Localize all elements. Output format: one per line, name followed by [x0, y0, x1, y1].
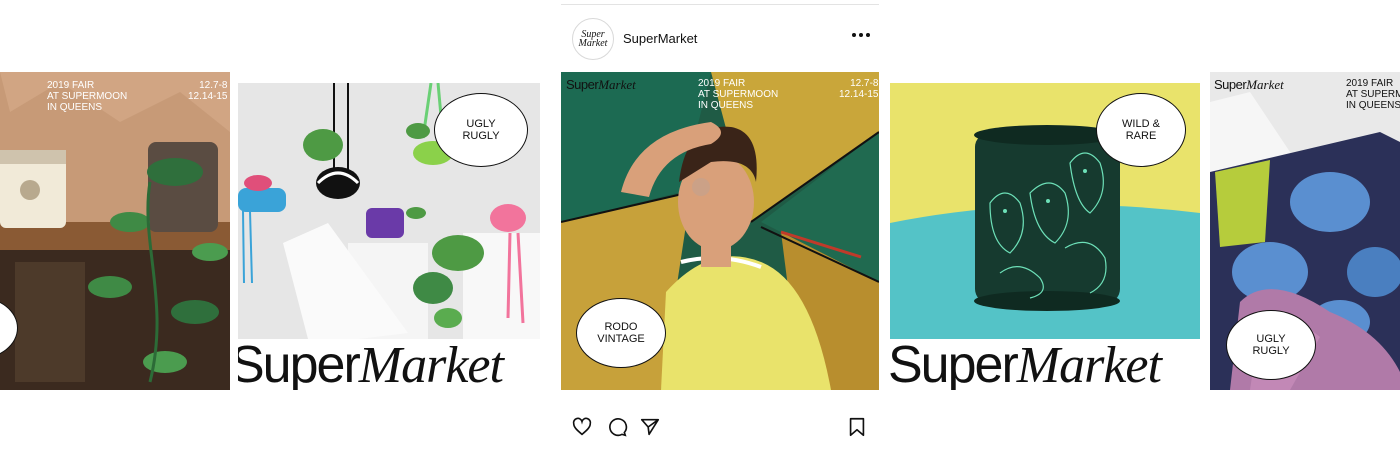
post-logo-super: Super	[566, 77, 599, 92]
post-logo: SuperMarket	[566, 78, 636, 91]
bubble-line-1: UGLY	[1256, 333, 1286, 345]
post-logo-market: Market	[598, 77, 636, 92]
event-line-1: 2019 FAIR	[698, 78, 746, 89]
event-line-2: AT SUPERMOON	[47, 91, 128, 102]
wordmark-super: Super	[890, 336, 1019, 390]
date-line-1: 12.7-8	[199, 80, 228, 91]
plant-shelf-photo	[0, 72, 230, 390]
bubble-line-2: RUGLY	[1252, 345, 1290, 357]
event-info: 2019 FAIR AT SUPERMOON IN QUEENS	[698, 78, 778, 111]
event-info: 2019 FAIR AT SUPERMOON IN QUEENS	[1346, 78, 1400, 111]
wordmark-market: Market	[1016, 337, 1162, 391]
speech-bubble: WILD & RARE	[1096, 93, 1186, 167]
post-frame-border	[561, 4, 879, 5]
supermarket-wordmark: SuperMarket	[238, 336, 504, 391]
speech-bubble: RODO VINTAGE	[576, 298, 666, 368]
speech-bubble: UGLY RUGLY	[434, 93, 528, 167]
avatar-logo: Super Market	[578, 30, 608, 49]
post-logo-market: Market	[1246, 77, 1284, 92]
wordmark-market: Market	[358, 337, 504, 391]
event-line-3: IN QUEENS	[698, 100, 754, 111]
event-line-2: AT SUPERMOON	[698, 89, 779, 100]
event-line-1: 2019 FAIR	[47, 80, 95, 91]
bookmark-icon[interactable]	[846, 416, 868, 438]
plant-shelf-post[interactable]: 2019 FAIR AT SUPERMOON IN QUEENS 12.7-8 …	[0, 72, 230, 390]
supermarket-wordmark: SuperMarket	[890, 336, 1162, 391]
heart-icon[interactable]	[571, 416, 593, 438]
event-line-2: AT SUPERMOON	[1346, 89, 1400, 100]
post-logo: SuperMarket	[1214, 78, 1284, 91]
event-line-3: IN QUEENS	[1346, 100, 1400, 111]
event-info: 2019 FAIR AT SUPERMOON IN QUEENS	[47, 80, 127, 113]
post-logo-super: Super	[1214, 77, 1247, 92]
main-post-image[interactable]: SuperMarket 2019 FAIR AT SUPERMOON IN QU…	[561, 72, 879, 390]
event-line-3: IN QUEENS	[47, 102, 103, 113]
bubble-line-1: UGLY	[466, 118, 496, 130]
bubble-line-2: RUGLY	[462, 130, 500, 142]
wordmark-super: Super	[238, 336, 361, 390]
avatar-line-2: Market	[578, 38, 608, 49]
date-line-2: 12.14-15	[188, 91, 228, 102]
rug-post[interactable]: SuperMarket 2019 FAIR AT SUPERMOON IN QU…	[1210, 72, 1400, 390]
date-line-1: 12.7-8	[850, 78, 879, 89]
bubble-line-1: RODO	[604, 321, 638, 333]
event-dates: 12.7-8 12.14-15	[839, 78, 878, 100]
event-dates: 12.7-8 12.14-15	[188, 80, 227, 102]
event-line-1: 2019 FAIR	[1346, 78, 1394, 89]
date-line-2: 12.14-15	[839, 89, 879, 100]
bubble-line-2: VINTAGE	[597, 333, 645, 345]
speech-bubble: UGLY RUGLY	[1226, 310, 1316, 380]
instagram-grid-mockup: 2019 FAIR AT SUPERMOON IN QUEENS 12.7-8 …	[0, 0, 1400, 464]
cuff-bracelet-post[interactable]: WILD & RARE SuperMarket	[890, 83, 1210, 390]
profile-username[interactable]: SuperMarket	[623, 31, 697, 46]
share-icon[interactable]	[639, 416, 661, 438]
hanging-planters-post[interactable]: UGLY RUGLY SuperMarket	[238, 83, 550, 390]
bubble-line-1: WILD &	[1122, 118, 1160, 130]
more-options-icon[interactable]	[852, 33, 870, 37]
profile-avatar[interactable]: Super Market	[572, 18, 614, 60]
bubble-line-2: RARE	[1125, 130, 1157, 142]
comment-icon[interactable]	[606, 416, 628, 438]
